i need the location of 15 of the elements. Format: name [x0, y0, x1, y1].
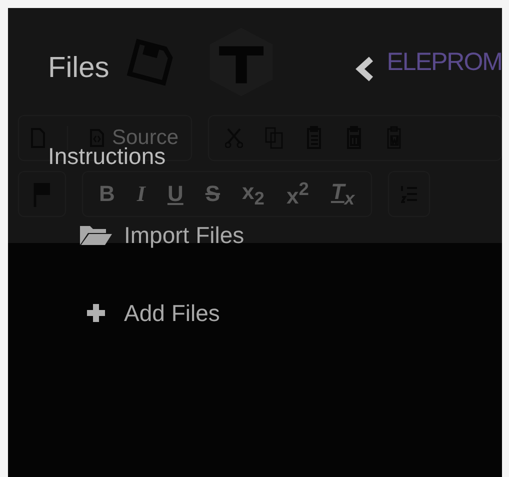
chevron-left-icon[interactable] [355, 56, 376, 82]
format-button[interactable]: I [132, 181, 150, 207]
logo-text: ELEPROM [386, 48, 502, 76]
format-button[interactable]: x$_{2}$ [238, 178, 268, 210]
folder-icon [79, 224, 113, 246]
section-heading: Instructions [48, 143, 166, 170]
format-button[interactable]: T$_{x}$ [326, 178, 359, 210]
format-button[interactable]: B [95, 181, 119, 207]
format-button[interactable]: U [163, 181, 188, 207]
menu-item[interactable]: Add Files [78, 298, 220, 328]
format-button[interactable]: x$^{2}$ [282, 178, 313, 210]
menu-title: Files [48, 52, 110, 85]
format-button[interactable]: S [201, 181, 224, 207]
menu-item[interactable]: Import Files [78, 220, 244, 250]
plus-icon [85, 302, 107, 324]
